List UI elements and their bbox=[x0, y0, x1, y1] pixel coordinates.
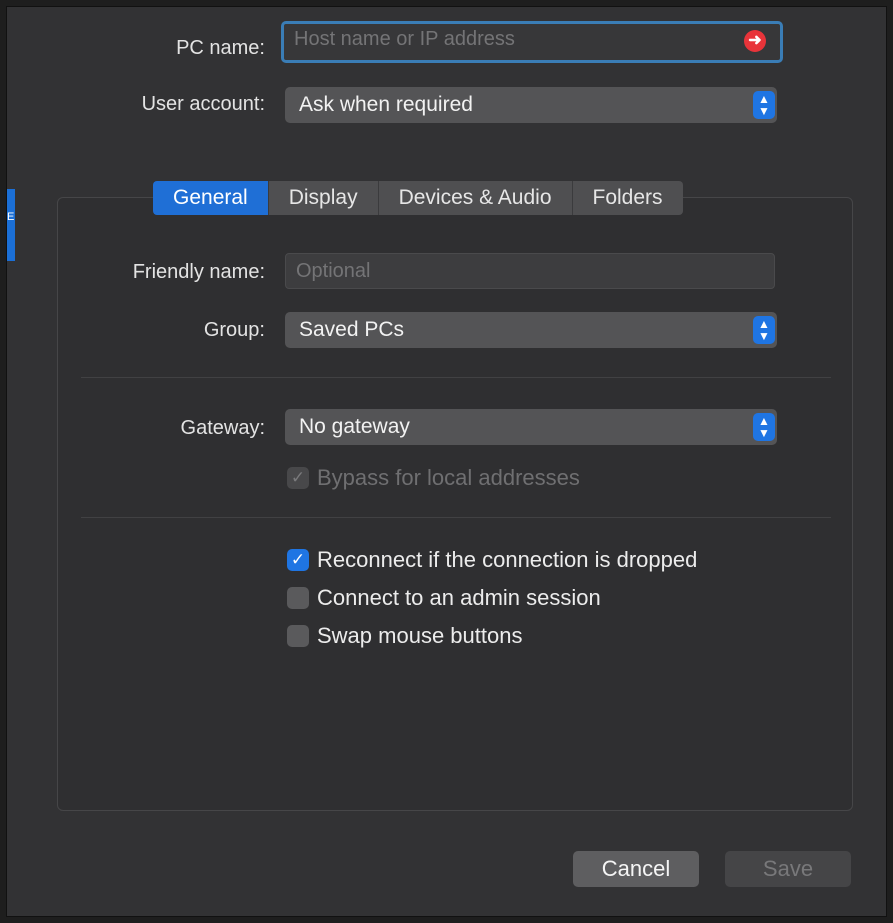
general-panel bbox=[57, 197, 853, 811]
reconnect-label[interactable]: Reconnect if the connection is dropped bbox=[317, 547, 697, 573]
admin-session-label[interactable]: Connect to an admin session bbox=[317, 585, 601, 611]
admin-session-checkbox[interactable] bbox=[287, 587, 309, 609]
tab-display[interactable]: Display bbox=[268, 181, 379, 215]
chevron-up-down-icon: ▲ ▼ bbox=[753, 413, 775, 441]
group-select[interactable]: Saved PCs ▲ ▼ bbox=[285, 312, 777, 348]
chevron-up-down-icon: ▲ ▼ bbox=[753, 316, 775, 344]
friendly-name-input[interactable]: Optional bbox=[285, 253, 775, 289]
pc-name-placeholder: Host name or IP address bbox=[294, 28, 515, 50]
gateway-select[interactable]: No gateway ▲ ▼ bbox=[285, 409, 777, 445]
gateway-label: Gateway: bbox=[180, 417, 265, 439]
save-button[interactable]: Save bbox=[725, 851, 851, 887]
swap-mouse-label[interactable]: Swap mouse buttons bbox=[317, 623, 522, 649]
separator bbox=[81, 517, 831, 518]
bypass-label: Bypass for local addresses bbox=[317, 465, 580, 490]
group-value: Saved PCs bbox=[299, 318, 405, 341]
background-window-edge: E bbox=[7, 189, 15, 261]
reconnect-checkbox[interactable]: ✓ bbox=[287, 549, 309, 571]
tab-devices-audio[interactable]: Devices & Audio bbox=[378, 181, 573, 215]
chevron-up-down-icon: ▲ ▼ bbox=[753, 91, 775, 119]
user-account-label: User account: bbox=[141, 93, 265, 115]
friendly-name-label: Friendly name: bbox=[132, 261, 265, 283]
pc-name-input[interactable]: Host name or IP address ➜ bbox=[281, 21, 783, 63]
friendly-name-placeholder: Optional bbox=[296, 260, 371, 282]
user-account-select[interactable]: Ask when required ▲ ▼ bbox=[285, 87, 777, 123]
exclamation-arrow-icon[interactable]: ➜ bbox=[744, 30, 766, 52]
tab-bar: General Display Devices & Audio Folders bbox=[153, 181, 683, 215]
gateway-value: No gateway bbox=[299, 415, 410, 438]
user-account-value: Ask when required bbox=[299, 93, 473, 116]
edit-pc-dialog: E PC name: Host name or IP address ➜ Use… bbox=[6, 6, 887, 917]
swap-mouse-checkbox[interactable] bbox=[287, 625, 309, 647]
separator bbox=[81, 377, 831, 378]
pc-name-label: PC name: bbox=[176, 37, 265, 59]
tab-folders[interactable]: Folders bbox=[572, 181, 683, 215]
group-label: Group: bbox=[203, 319, 265, 341]
tab-general[interactable]: General bbox=[153, 181, 269, 215]
cancel-button[interactable]: Cancel bbox=[573, 851, 699, 887]
bypass-checkbox: ✓ bbox=[287, 467, 309, 489]
